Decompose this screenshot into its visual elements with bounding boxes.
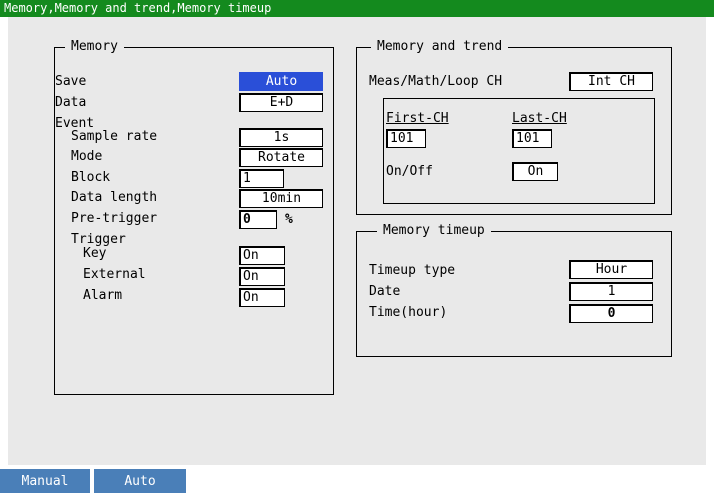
- last-ch-field[interactable]: 101: [512, 129, 552, 148]
- block-field[interactable]: 1: [239, 169, 284, 188]
- pre-trigger-unit: %: [285, 212, 293, 227]
- onoff-field[interactable]: On: [512, 162, 558, 181]
- memory-group: Memory Save Auto Data E+D Event Sample r…: [54, 39, 334, 395]
- save-field[interactable]: Auto: [239, 72, 323, 91]
- timeup-type-label: Timeup type: [369, 263, 456, 278]
- first-ch-label: First-CH: [386, 111, 449, 126]
- sample-rate-label: Sample rate: [71, 129, 158, 144]
- time-hour-label: Time(hour): [369, 305, 448, 320]
- mode-field[interactable]: Rotate: [239, 148, 323, 167]
- channel-range-box: First-CH 101 Last-CH 101 On/Off On: [383, 98, 655, 204]
- data-field[interactable]: E+D: [239, 93, 323, 112]
- external-field[interactable]: On: [239, 267, 285, 286]
- memory-trend-group-title: Memory and trend: [371, 39, 509, 55]
- memory-trend-group: Memory and trend Meas/Math/Loop CH Int C…: [356, 39, 672, 215]
- onoff-label: On/Off: [386, 164, 433, 179]
- pre-trigger-field[interactable]: 0: [239, 210, 277, 229]
- external-label: External: [83, 267, 146, 282]
- data-label: Data: [55, 95, 87, 110]
- memory-timeup-group-title: Memory timeup: [377, 223, 491, 239]
- key-field[interactable]: On: [239, 246, 285, 265]
- first-ch-field[interactable]: 101: [386, 129, 426, 148]
- date-field[interactable]: 1: [569, 282, 653, 301]
- pre-trigger-label: Pre-trigger: [71, 211, 158, 226]
- last-ch-label: Last-CH: [512, 111, 567, 126]
- ch-label: Meas/Math/Loop CH: [369, 74, 503, 89]
- data-length-field[interactable]: 10min: [239, 189, 323, 208]
- window-title: Memory,Memory and trend,Memory timeup: [0, 0, 714, 17]
- mode-label: Mode: [71, 149, 103, 164]
- key-label: Key: [83, 246, 107, 261]
- save-label: Save: [55, 74, 87, 89]
- data-length-label: Data length: [71, 190, 158, 205]
- softkey-bar: Manual Auto: [0, 469, 714, 493]
- ch-field[interactable]: Int CH: [569, 72, 653, 91]
- block-label: Block: [71, 170, 111, 185]
- date-label: Date: [369, 284, 401, 299]
- time-hour-field[interactable]: 0: [569, 304, 653, 323]
- memory-group-title: Memory: [65, 39, 124, 55]
- softkey-auto[interactable]: Auto: [94, 469, 186, 493]
- settings-panel: Memory Save Auto Data E+D Event Sample r…: [8, 17, 706, 465]
- sample-rate-field[interactable]: 1s: [239, 128, 323, 147]
- timeup-type-field[interactable]: Hour: [569, 260, 653, 279]
- memory-timeup-group: Memory timeup Timeup type Hour Date 1 Ti…: [356, 223, 672, 357]
- softkey-manual[interactable]: Manual: [0, 469, 90, 493]
- alarm-field[interactable]: On: [239, 288, 285, 307]
- alarm-label: Alarm: [83, 288, 123, 303]
